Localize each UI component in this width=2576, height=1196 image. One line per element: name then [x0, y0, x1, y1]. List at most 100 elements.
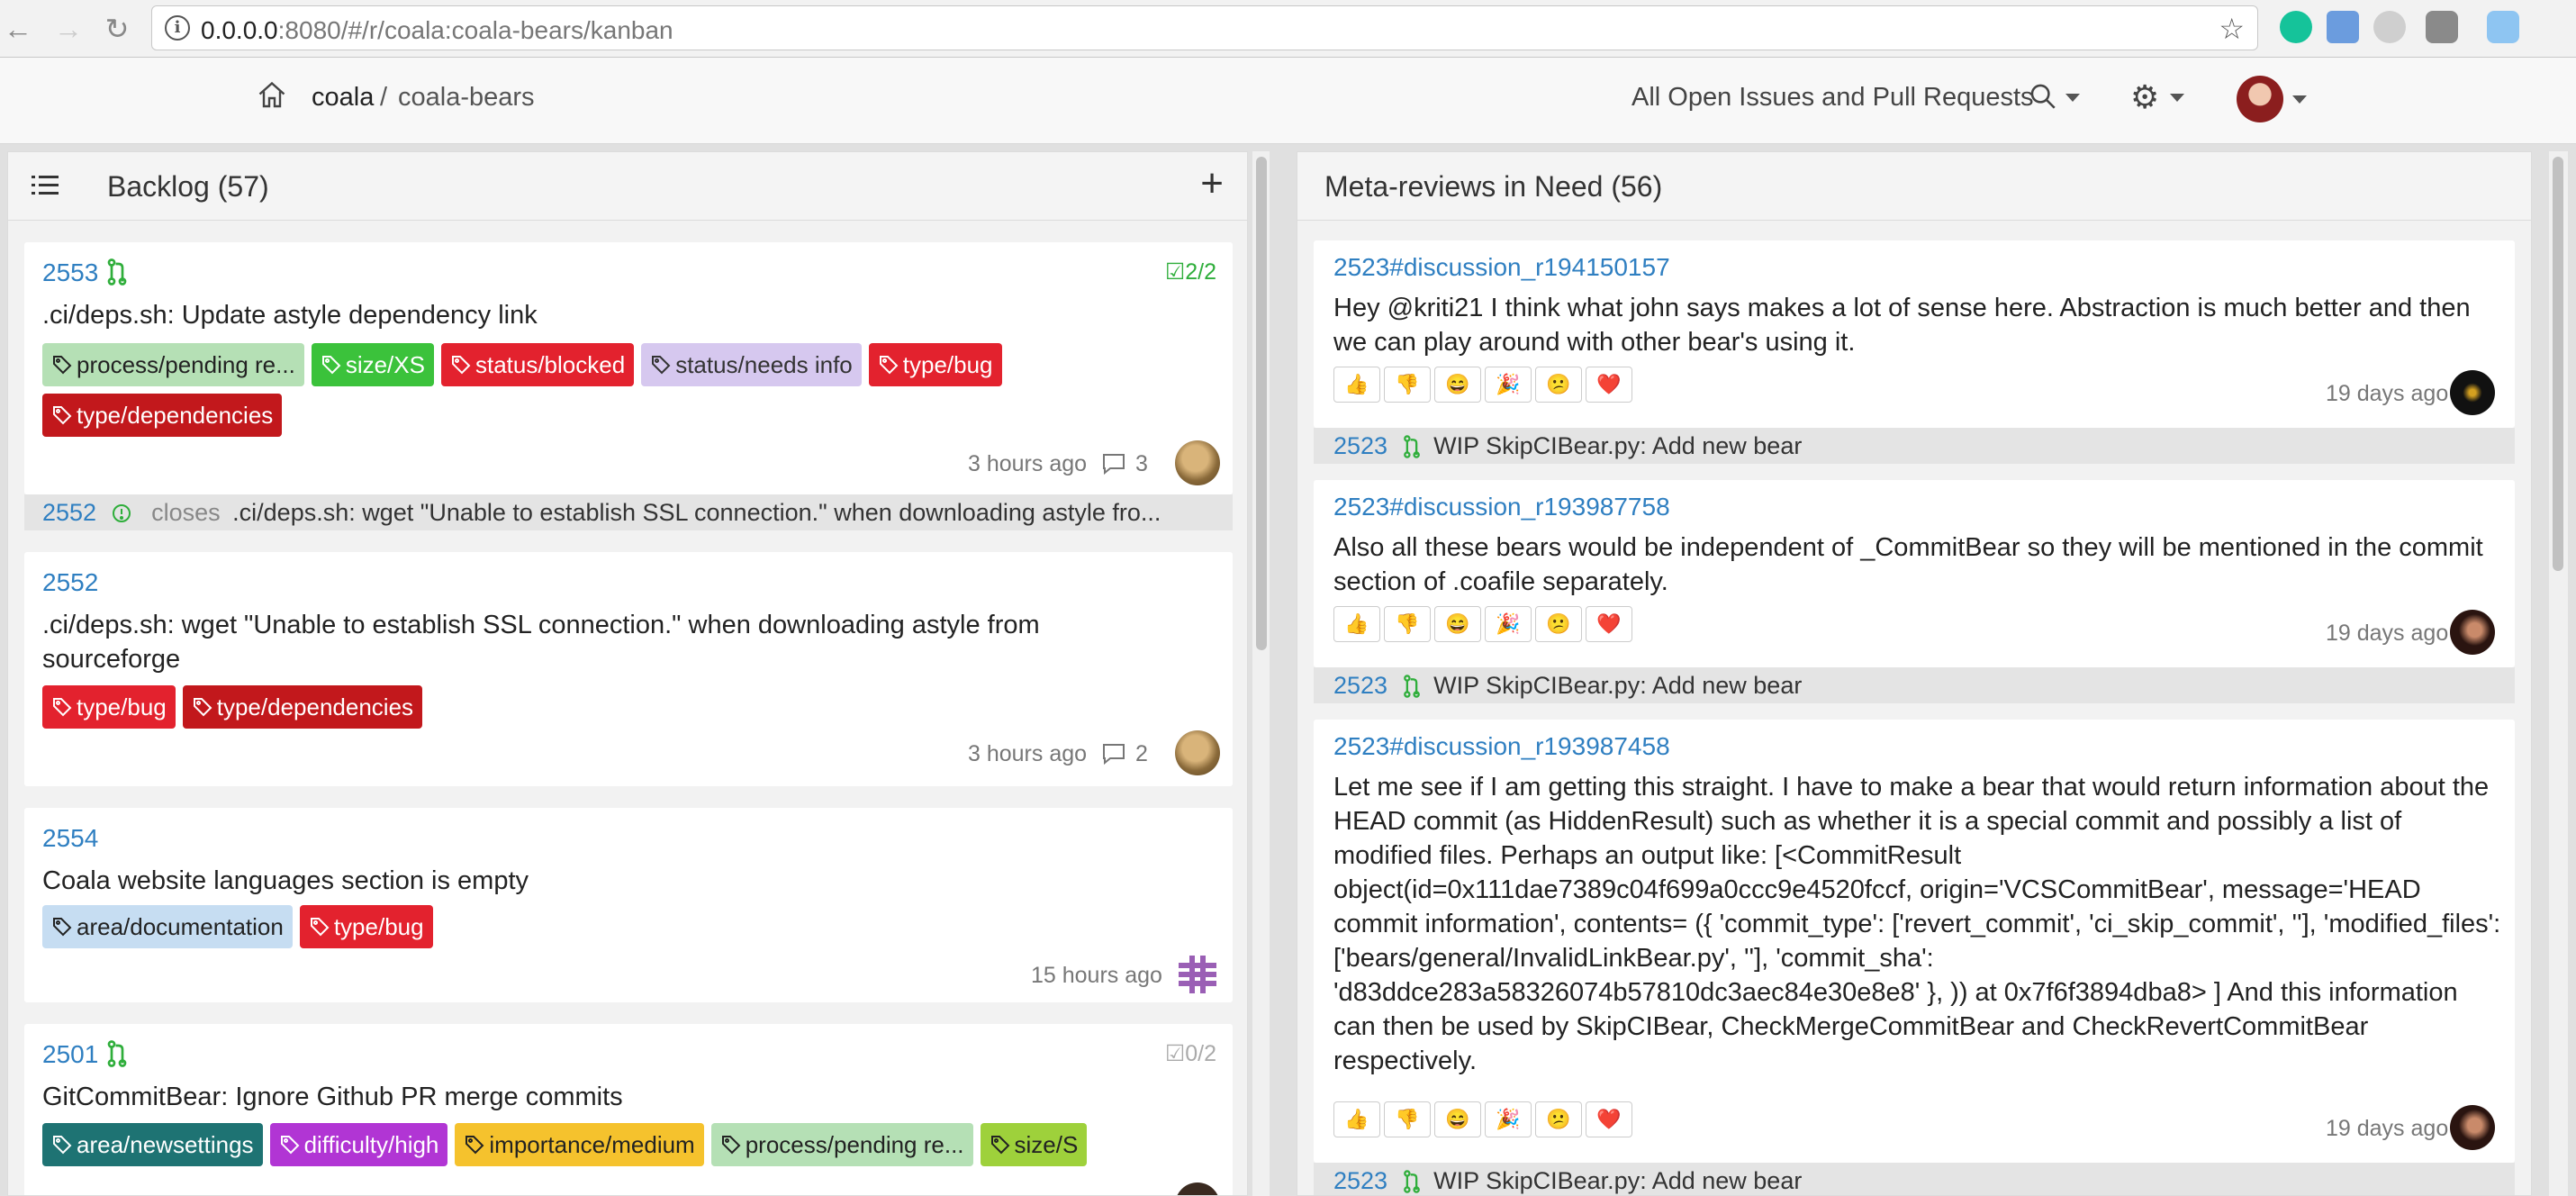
- related-pr-title[interactable]: WIP SkipCIBear.py: Add new bear: [1433, 1167, 1802, 1194]
- review-comment-card[interactable]: 2523#discussion_r193987458 Let me see if…: [1314, 720, 2515, 1195]
- laugh-reaction-button[interactable]: 😄: [1434, 367, 1481, 403]
- reviewer-avatar[interactable]: [2450, 370, 2495, 415]
- thumbs-up-reaction-button[interactable]: 👍: [1333, 1101, 1380, 1137]
- issue-title[interactable]: .ci/deps.sh: Update astyle dependency li…: [42, 298, 538, 332]
- issue-title[interactable]: Coala website languages section is empty: [42, 864, 529, 898]
- label-type-dependencies[interactable]: type/dependencies: [42, 394, 283, 437]
- discussion-link[interactable]: 2523#discussion_r194150157: [1333, 253, 1670, 282]
- gear-icon[interactable]: ⚙: [2130, 81, 2159, 113]
- issue-card[interactable]: 2552 .ci/deps.sh: wget "Unable to establ…: [24, 552, 1233, 786]
- reviewer-avatar[interactable]: [2450, 610, 2495, 655]
- filter-chevron-down-icon[interactable]: [2065, 94, 2080, 102]
- label-type-bug[interactable]: type/bug: [868, 343, 1002, 386]
- search-icon[interactable]: [2028, 81, 2058, 112]
- metareviews-scrollbar-thumb[interactable]: [2553, 157, 2563, 571]
- author-avatar[interactable]: [1175, 952, 1220, 997]
- status-checks[interactable]: ☑2/2: [1165, 258, 1216, 285]
- issue-number-link[interactable]: 2554: [42, 824, 98, 853]
- review-comment-card[interactable]: 2523#discussion_r193987758 Also all thes…: [1314, 480, 2515, 703]
- heart-reaction-button[interactable]: ❤️: [1586, 1101, 1632, 1137]
- reviewer-avatar[interactable]: [2450, 1105, 2495, 1150]
- brave-extension-icon[interactable]: [2487, 11, 2519, 43]
- bookmark-star-icon[interactable]: ☆: [2219, 12, 2245, 46]
- add-card-button[interactable]: +: [1200, 161, 1224, 206]
- review-comment-card[interactable]: 2523#discussion_r194150157 Hey @kriti21 …: [1314, 240, 2515, 464]
- related-pr-number[interactable]: 2523: [1333, 672, 1387, 699]
- issue-number-link[interactable]: 2552: [42, 568, 98, 597]
- label-difficulty-high[interactable]: difficulty/high: [269, 1123, 448, 1166]
- linked-issue-row[interactable]: 2552 closes .ci/deps.sh: wget "Unable to…: [24, 494, 1233, 530]
- laugh-reaction-button[interactable]: 😄: [1434, 1101, 1481, 1137]
- laugh-reaction-button[interactable]: 😄: [1434, 606, 1481, 642]
- breadcrumb-repo[interactable]: coala-bears: [398, 83, 535, 113]
- back-icon[interactable]: ←: [0, 11, 36, 47]
- settings-chevron-down-icon[interactable]: [2170, 94, 2184, 102]
- heart-reaction-button[interactable]: ❤️: [1586, 367, 1632, 403]
- user-avatar[interactable]: [2237, 76, 2283, 122]
- related-pr-number[interactable]: 2523: [1333, 1167, 1387, 1194]
- related-pr-row[interactable]: 2523 WIP SkipCIBear.py: Add new bear: [1314, 428, 2515, 464]
- thumbs-down-reaction-button[interactable]: 👎: [1384, 367, 1431, 403]
- related-pr-title[interactable]: WIP SkipCIBear.py: Add new bear: [1433, 432, 1802, 459]
- label-area-newsettings[interactable]: area/newsettings: [42, 1123, 263, 1166]
- hooray-reaction-button[interactable]: 🎉: [1485, 1101, 1532, 1137]
- address-bar[interactable]: i 0.0.0.0:8080/#/r/coala:coala-bears/kan…: [151, 5, 2258, 50]
- label-type-dependencies[interactable]: type/dependencies: [182, 685, 423, 729]
- related-pr-title[interactable]: WIP SkipCIBear.py: Add new bear: [1433, 672, 1802, 699]
- tab-off-extension-icon[interactable]: [2327, 11, 2359, 43]
- author-avatar[interactable]: [1175, 730, 1220, 775]
- related-pr-row[interactable]: 2523 WIP SkipCIBear.py: Add new bear: [1314, 1163, 2515, 1195]
- thumbs-down-reaction-button[interactable]: 👎: [1384, 606, 1431, 642]
- label-size-xs[interactable]: size/XS: [311, 343, 434, 386]
- status-checks[interactable]: ☑0/2: [1165, 1040, 1216, 1067]
- backlog-scrollbar-thumb[interactable]: [1256, 157, 1267, 650]
- thumbs-down-reaction-button[interactable]: 👎: [1384, 1101, 1431, 1137]
- url-text[interactable]: 0.0.0.0:8080/#/r/coala:coala-bears/kanba…: [201, 16, 673, 45]
- confused-reaction-button[interactable]: 😕: [1535, 1101, 1582, 1137]
- filter-dropdown[interactable]: All Open Issues and Pull Requests: [1631, 83, 2034, 113]
- cloud-extension-icon[interactable]: [2373, 11, 2406, 43]
- backlog-scrollbar[interactable]: [1252, 151, 1270, 1196]
- related-pr-number[interactable]: 2523: [1333, 432, 1387, 459]
- author-avatar[interactable]: [1175, 1182, 1220, 1195]
- heart-reaction-button[interactable]: ❤️: [1586, 606, 1632, 642]
- issue-title[interactable]: .ci/deps.sh: wget "Unable to establish S…: [42, 608, 1177, 676]
- hooray-reaction-button[interactable]: 🎉: [1485, 606, 1532, 642]
- label-area-documentation[interactable]: area/documentation: [42, 905, 293, 948]
- issue-card[interactable]: 2553 ☑2/2 .ci/deps.sh: Update astyle dep…: [24, 242, 1233, 494]
- list-icon[interactable]: [32, 174, 59, 197]
- user-menu-chevron-down-icon[interactable]: [2292, 95, 2307, 104]
- forward-icon[interactable]: →: [50, 11, 86, 47]
- site-info-icon[interactable]: i: [165, 15, 190, 41]
- home-icon[interactable]: [256, 79, 288, 112]
- linked-issue-title[interactable]: .ci/deps.sh: wget "Unable to establish S…: [232, 499, 1161, 526]
- issue-title[interactable]: GitCommitBear: Ignore Github PR merge co…: [42, 1080, 623, 1114]
- hooray-reaction-button[interactable]: 🎉: [1485, 367, 1532, 403]
- evernote-extension-icon[interactable]: [2426, 11, 2458, 43]
- discussion-link[interactable]: 2523#discussion_r193987758: [1333, 493, 1670, 521]
- label-type-bug[interactable]: type/bug: [299, 905, 433, 948]
- reload-icon[interactable]: ↻: [99, 11, 135, 47]
- discussion-link[interactable]: 2523#discussion_r193987458: [1333, 732, 1670, 761]
- breadcrumb-org[interactable]: coala: [312, 83, 374, 113]
- thumbs-up-reaction-button[interactable]: 👍: [1333, 606, 1380, 642]
- thumbs-up-reaction-button[interactable]: 👍: [1333, 367, 1380, 403]
- author-avatar[interactable]: [1175, 440, 1220, 485]
- confused-reaction-button[interactable]: 😕: [1535, 606, 1582, 642]
- issue-number-link[interactable]: 2501: [42, 1040, 98, 1069]
- issue-card[interactable]: 2501 ☑0/2 GitCommitBear: Ignore Github P…: [24, 1024, 1233, 1195]
- metareviews-scrollbar[interactable]: [2548, 151, 2568, 1196]
- label-process-pending-review[interactable]: process/pending re...: [42, 343, 304, 386]
- issue-card[interactable]: 2554 Coala website languages section is …: [24, 808, 1233, 1002]
- issue-number-link[interactable]: 2553: [42, 258, 98, 287]
- label-importance-medium[interactable]: importance/medium: [455, 1123, 704, 1166]
- grammarly-extension-icon[interactable]: [2280, 11, 2312, 43]
- linked-issue-number[interactable]: 2552: [42, 499, 96, 526]
- label-process-pending-review[interactable]: process/pending re...: [710, 1123, 973, 1166]
- label-type-bug[interactable]: type/bug: [42, 685, 176, 729]
- label-status-blocked[interactable]: status/blocked: [440, 343, 635, 386]
- confused-reaction-button[interactable]: 😕: [1535, 367, 1582, 403]
- label-size-s[interactable]: size/S: [980, 1123, 1088, 1166]
- related-pr-row[interactable]: 2523 WIP SkipCIBear.py: Add new bear: [1314, 667, 2515, 703]
- label-status-needs-info[interactable]: status/needs info: [641, 343, 862, 386]
